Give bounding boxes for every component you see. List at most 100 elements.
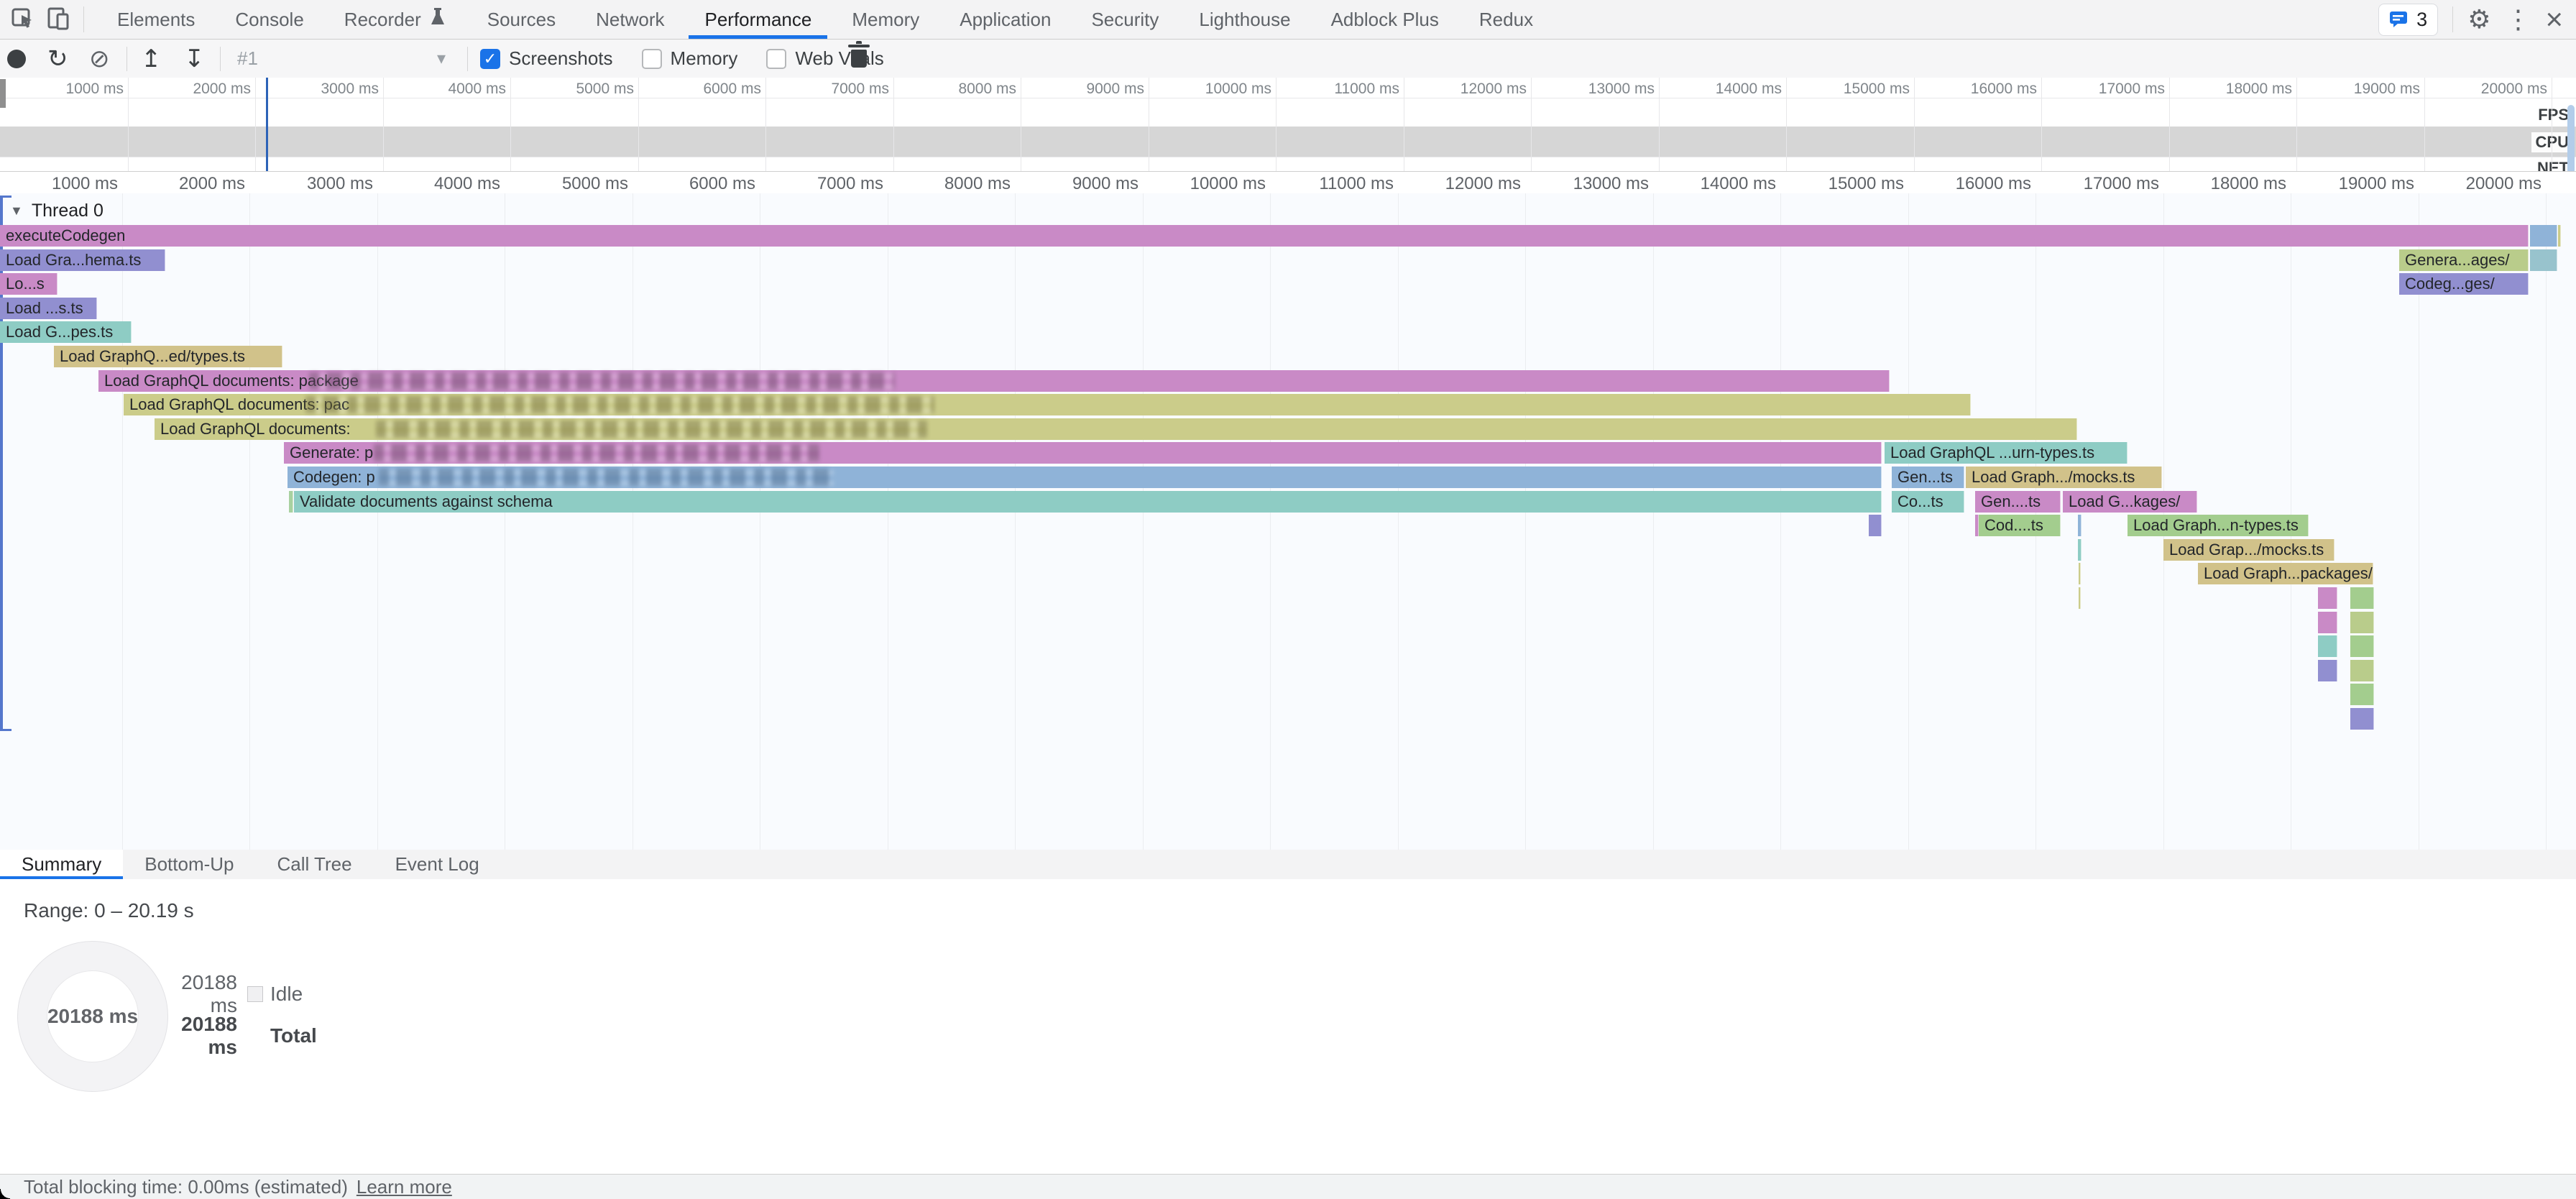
devtools-tab-sources[interactable]: Sources bbox=[467, 0, 576, 39]
overview-tick-label: 19000 ms bbox=[2354, 81, 2424, 98]
flame-bar[interactable] bbox=[2558, 225, 2561, 247]
ruler-tick-label: 12000 ms bbox=[1445, 174, 1525, 194]
flame-bar[interactable] bbox=[2350, 635, 2374, 657]
issues-badge[interactable]: 3 bbox=[2378, 4, 2438, 36]
flame-bar[interactable] bbox=[2530, 225, 2557, 247]
devtools-tab-recorder[interactable]: Recorder bbox=[324, 0, 467, 39]
devtools-tab-memory[interactable]: Memory bbox=[832, 0, 939, 39]
flame-bar[interactable] bbox=[2078, 539, 2082, 561]
devtools-tab-redux[interactable]: Redux bbox=[1459, 0, 1553, 39]
session-select-caret-icon[interactable]: ▾ bbox=[437, 40, 446, 78]
collapse-triangle-icon[interactable]: ▼ bbox=[10, 203, 23, 219]
overview-scrollbar-thumb[interactable] bbox=[2567, 105, 2575, 174]
summary-pane: Range: 0 – 20.19 s 20188 ms 20188 msIdle… bbox=[0, 879, 2576, 1174]
flame-bar-genera-ages[interactable]: Genera...ages/ bbox=[2399, 249, 2529, 271]
ruler-tick-label: 9000 ms bbox=[1072, 174, 1143, 194]
details-tab-call-tree[interactable]: Call Tree bbox=[256, 850, 374, 879]
overview-gridline bbox=[765, 78, 766, 171]
flame-bar-load-g-kages[interactable]: Load G...kages/ bbox=[2063, 491, 2197, 513]
flame-gridline bbox=[1653, 193, 1654, 850]
timeline-overview[interactable]: FPS CPU NET 1000 ms2000 ms3000 ms4000 ms… bbox=[0, 78, 2576, 171]
save-profile-button[interactable]: ↧ bbox=[184, 40, 205, 78]
thread-header[interactable]: ▼ Thread 0 bbox=[10, 201, 104, 221]
kebab-menu-icon[interactable]: ⋮ bbox=[2505, 6, 2531, 32]
device-toolbar-icon[interactable] bbox=[46, 5, 72, 35]
memory-checkbox[interactable] bbox=[642, 49, 662, 69]
flame-bar[interactable] bbox=[2350, 660, 2374, 681]
reload-and-record-button[interactable]: ↻ bbox=[47, 40, 68, 78]
flame-bar[interactable] bbox=[2079, 587, 2081, 609]
flame-bar[interactable] bbox=[2350, 612, 2374, 633]
devtools-tab-lighthouse[interactable]: Lighthouse bbox=[1179, 0, 1310, 39]
details-tab-event-log[interactable]: Event Log bbox=[374, 850, 501, 879]
devtools-tab-console[interactable]: Console bbox=[215, 0, 323, 39]
flame-bar-gen-ts[interactable]: Gen....ts bbox=[1975, 491, 2061, 513]
details-tab-summary[interactable]: Summary bbox=[0, 850, 123, 879]
screenshots-checkbox[interactable]: ✓ bbox=[480, 49, 500, 69]
web-vitals-checkbox[interactable] bbox=[766, 49, 786, 69]
devtools-tab-performance[interactable]: Performance bbox=[684, 0, 832, 39]
load-profile-button[interactable]: ↥ bbox=[141, 40, 162, 78]
session-select[interactable]: #1 bbox=[237, 40, 258, 78]
devtools-tab-application[interactable]: Application bbox=[939, 0, 1071, 39]
devtools-tab-adblock-plus[interactable]: Adblock Plus bbox=[1311, 0, 1459, 39]
flame-bar[interactable] bbox=[2350, 708, 2374, 730]
flame-bar[interactable] bbox=[2350, 684, 2374, 705]
flame-bar[interactable] bbox=[289, 491, 293, 513]
settings-gear-icon[interactable]: ⚙ bbox=[2467, 6, 2490, 32]
overview-tick-label: 13000 ms bbox=[1588, 81, 1659, 98]
flame-bar-load-grap-mocks-ts[interactable]: Load Grap.../mocks.ts bbox=[2163, 539, 2334, 561]
flame-bar-cod-ts[interactable]: Cod....ts bbox=[1979, 515, 2061, 536]
flame-bar[interactable] bbox=[2350, 587, 2374, 609]
flame-bar-codeg-ges[interactable]: Codeg...ges/ bbox=[2399, 273, 2529, 295]
flame-bar-co-ts[interactable]: Co...ts bbox=[1892, 491, 1964, 513]
flame-bar-executecodegen[interactable]: executeCodegen bbox=[0, 225, 2529, 247]
inspect-element-icon[interactable] bbox=[10, 5, 36, 35]
flame-bar-load-g-pes-ts[interactable]: Load G...pes.ts bbox=[0, 321, 132, 343]
flame-chart[interactable]: ▼ Thread 0 executeCodegenLoad Gra...hema… bbox=[0, 193, 2576, 850]
flame-bar[interactable] bbox=[2318, 635, 2337, 657]
flame-bar-lo-s[interactable]: Lo...s bbox=[0, 273, 58, 295]
checkbox-label: Memory bbox=[671, 47, 738, 70]
devtools-tab-network[interactable]: Network bbox=[576, 0, 684, 39]
flame-bar[interactable] bbox=[2318, 587, 2337, 609]
clear-button[interactable]: ⊘ bbox=[89, 40, 110, 78]
overview-tick-label: 14000 ms bbox=[1716, 81, 1786, 98]
flame-bar[interactable] bbox=[2079, 563, 2081, 584]
flame-bar[interactable] bbox=[2530, 249, 2557, 271]
ruler-tick-label: 6000 ms bbox=[689, 174, 760, 194]
details-tab-bottom-up[interactable]: Bottom-Up bbox=[123, 850, 255, 879]
learn-more-link[interactable]: Learn more bbox=[356, 1176, 452, 1198]
devtools-tabs: ElementsConsoleRecorderSourcesNetworkPer… bbox=[97, 0, 1553, 39]
flamechart-ruler[interactable]: 1000 ms2000 ms3000 ms4000 ms5000 ms6000 … bbox=[0, 171, 2576, 194]
flame-bar-validate-documents-against-schema[interactable]: Validate documents against schema bbox=[294, 491, 1882, 513]
flame-bar-load-graph-mocks-ts[interactable]: Load Graph.../mocks.ts bbox=[1966, 467, 2162, 488]
tabbar-separator-2 bbox=[2452, 6, 2453, 32]
flame-bar[interactable] bbox=[2318, 660, 2337, 681]
status-bar: Total blocking time: 0.00ms (estimated) … bbox=[0, 1174, 2576, 1199]
devtools-tab-elements[interactable]: Elements bbox=[97, 0, 215, 39]
flame-bar-load-graphq-ed-types-ts[interactable]: Load GraphQ...ed/types.ts bbox=[54, 346, 282, 367]
flame-gridline bbox=[1780, 193, 1781, 850]
flame-gridline bbox=[1908, 193, 1909, 850]
overview-playhead[interactable] bbox=[266, 78, 268, 171]
flame-bar-load-graphql-urn-types-ts[interactable]: Load GraphQL ...urn-types.ts bbox=[1885, 442, 2128, 464]
flame-bar[interactable] bbox=[1869, 515, 1882, 536]
record-button[interactable] bbox=[7, 40, 26, 78]
devtools-tab-security[interactable]: Security bbox=[1071, 0, 1179, 39]
flame-bar[interactable] bbox=[2318, 612, 2337, 633]
range-label: Range: 0 – 20.19 s bbox=[24, 899, 194, 922]
flame-bar-load-graph-n-types-ts[interactable]: Load Graph...n-types.ts bbox=[2128, 515, 2309, 536]
overview-left-handle[interactable] bbox=[0, 79, 6, 108]
flame-bar-load-s-ts[interactable]: Load ...s.ts bbox=[0, 298, 97, 319]
close-devtools-icon[interactable]: × bbox=[2545, 4, 2563, 35]
ruler-tick-label: 16000 ms bbox=[1956, 174, 2036, 194]
overview-gridline bbox=[510, 78, 511, 171]
delete-recording-button[interactable] bbox=[851, 40, 867, 78]
flame-bar[interactable] bbox=[2078, 515, 2082, 536]
ruler-tick-label: 15000 ms bbox=[1828, 174, 1908, 194]
flame-bar-load-gra-hema-ts[interactable]: Load Gra...hema.ts bbox=[0, 249, 165, 271]
overview-gridline bbox=[383, 78, 384, 171]
flame-bar-gen-ts[interactable]: Gen...ts bbox=[1892, 467, 1964, 488]
flame-bar-load-graph-packages[interactable]: Load Graph...packages/ bbox=[2198, 563, 2373, 584]
